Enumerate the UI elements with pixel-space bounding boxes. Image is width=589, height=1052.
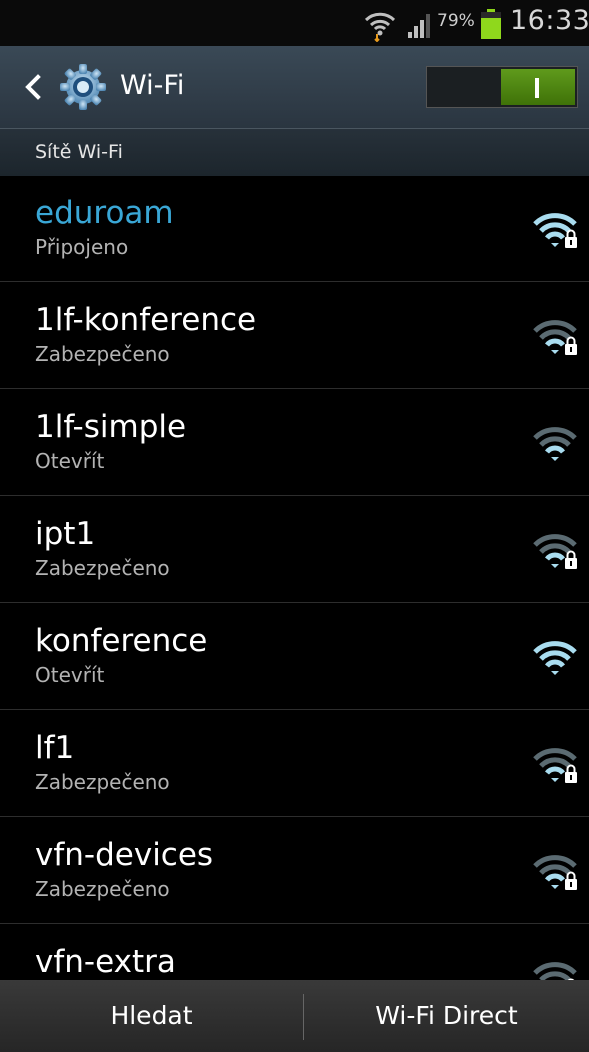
wifi-icon	[533, 427, 577, 461]
network-status: Zabezpečeno	[35, 877, 170, 901]
network-name: vfn-extra	[35, 944, 176, 980]
cell-signal-icon	[408, 14, 430, 38]
network-status: Připojeno	[35, 235, 129, 259]
network-item[interactable]: vfn-devices Zabezpečeno	[0, 817, 589, 924]
network-item[interactable]: eduroam Připojeno	[0, 175, 589, 282]
network-item[interactable]: 1lf-simple Otevřít	[0, 389, 589, 496]
network-status: Zabezpečeno	[35, 342, 170, 366]
network-item[interactable]: lf1 Zabezpečeno	[0, 710, 589, 817]
network-item[interactable]: 1lf-konference Zabezpečeno	[0, 282, 589, 389]
section-title: Sítě Wi-Fi	[35, 141, 123, 163]
network-name: 1lf-konference	[35, 302, 257, 338]
network-name: eduroam	[35, 195, 174, 231]
action-bar: Wi-Fi	[0, 46, 589, 128]
wifi-direct-button[interactable]: Wi-Fi Direct	[304, 980, 589, 1052]
network-status: Otevřít	[35, 663, 105, 687]
battery-icon	[481, 9, 501, 39]
network-item[interactable]: konference Otevřít	[0, 603, 589, 710]
battery-percent: 79%	[437, 11, 475, 31]
wifi-secured-icon	[533, 320, 577, 355]
wifi-icon	[533, 641, 577, 675]
network-list[interactable]: eduroam Připojeno 1lf-konference Zabezpečen…	[0, 175, 589, 980]
gear-icon[interactable]	[58, 62, 108, 112]
wifi-secured-icon	[533, 213, 577, 248]
network-item[interactable]: ipt1 Zabezpečeno	[0, 496, 589, 603]
wifi-transfer-icon	[364, 12, 396, 42]
wifi-secured-icon	[533, 962, 577, 980]
wifi-secured-icon	[533, 748, 577, 783]
network-name: lf1	[35, 730, 75, 766]
bottom-bar: Hledat Wi-Fi Direct	[0, 980, 589, 1052]
wifi-secured-icon	[533, 855, 577, 890]
network-status: Zabezpečeno	[35, 556, 170, 580]
page-title: Wi-Fi	[120, 70, 185, 101]
clock: 16:33	[510, 5, 589, 36]
wifi-toggle[interactable]	[426, 66, 578, 108]
network-name: konference	[35, 623, 208, 659]
section-header: Sítě Wi-Fi	[0, 128, 589, 176]
toggle-knob	[501, 69, 575, 105]
wifi-secured-icon	[533, 534, 577, 569]
status-bar: 79% 16:33	[0, 0, 589, 46]
network-name: ipt1	[35, 516, 96, 552]
scan-button[interactable]: Hledat	[0, 980, 303, 1052]
network-name: vfn-devices	[35, 837, 214, 873]
network-item[interactable]: vfn-extra	[0, 924, 589, 980]
network-name: 1lf-simple	[35, 409, 187, 445]
network-status: Zabezpečeno	[35, 770, 170, 794]
toggle-on-indicator	[535, 78, 539, 98]
chevron-left-icon[interactable]	[20, 72, 46, 102]
network-status: Otevřít	[35, 449, 105, 473]
